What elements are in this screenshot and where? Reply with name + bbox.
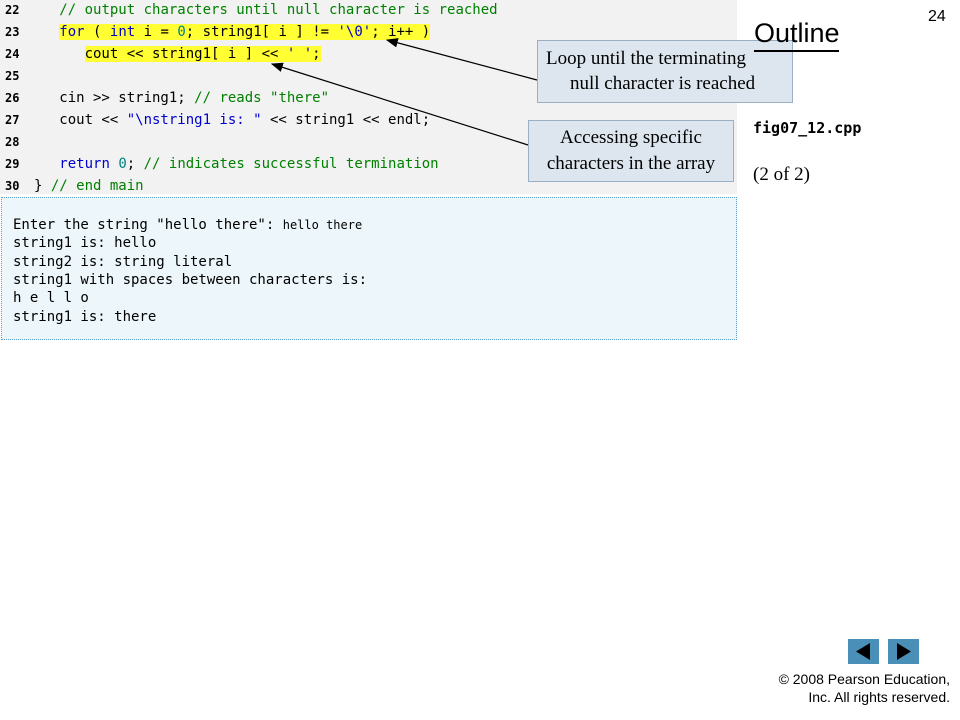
loop-callout-line2: null character is reached [570, 73, 756, 94]
outline-title: Outline [754, 18, 840, 48]
loop-callout-line1: Loop until the terminating [546, 48, 746, 69]
copyright: © 2008 Pearson Education, Inc. All right… [779, 670, 950, 706]
access-callout: Accessing specific characters in the arr… [528, 120, 734, 182]
access-callout-line1: Accessing specific [560, 127, 702, 148]
access-callout-line2: characters in the array [546, 153, 716, 174]
access-callout-arrow [270, 62, 529, 146]
page-info-label: (2 of 2) [753, 164, 810, 185]
previous-slide-button[interactable] [848, 639, 879, 664]
copyright-line2: Inc. All rights reserved. [808, 689, 950, 705]
slide-number: 24 [928, 8, 946, 25]
next-slide-icon [897, 643, 911, 660]
loop-callout-arrow [385, 38, 538, 81]
outline-underline [754, 50, 839, 52]
previous-slide-icon [856, 643, 870, 660]
copyright-line1: © 2008 Pearson Education, [778, 671, 950, 687]
next-slide-button[interactable] [888, 639, 919, 664]
filename-label: fig07_12.cpp [753, 119, 862, 137]
callout-arrows [270, 38, 538, 146]
